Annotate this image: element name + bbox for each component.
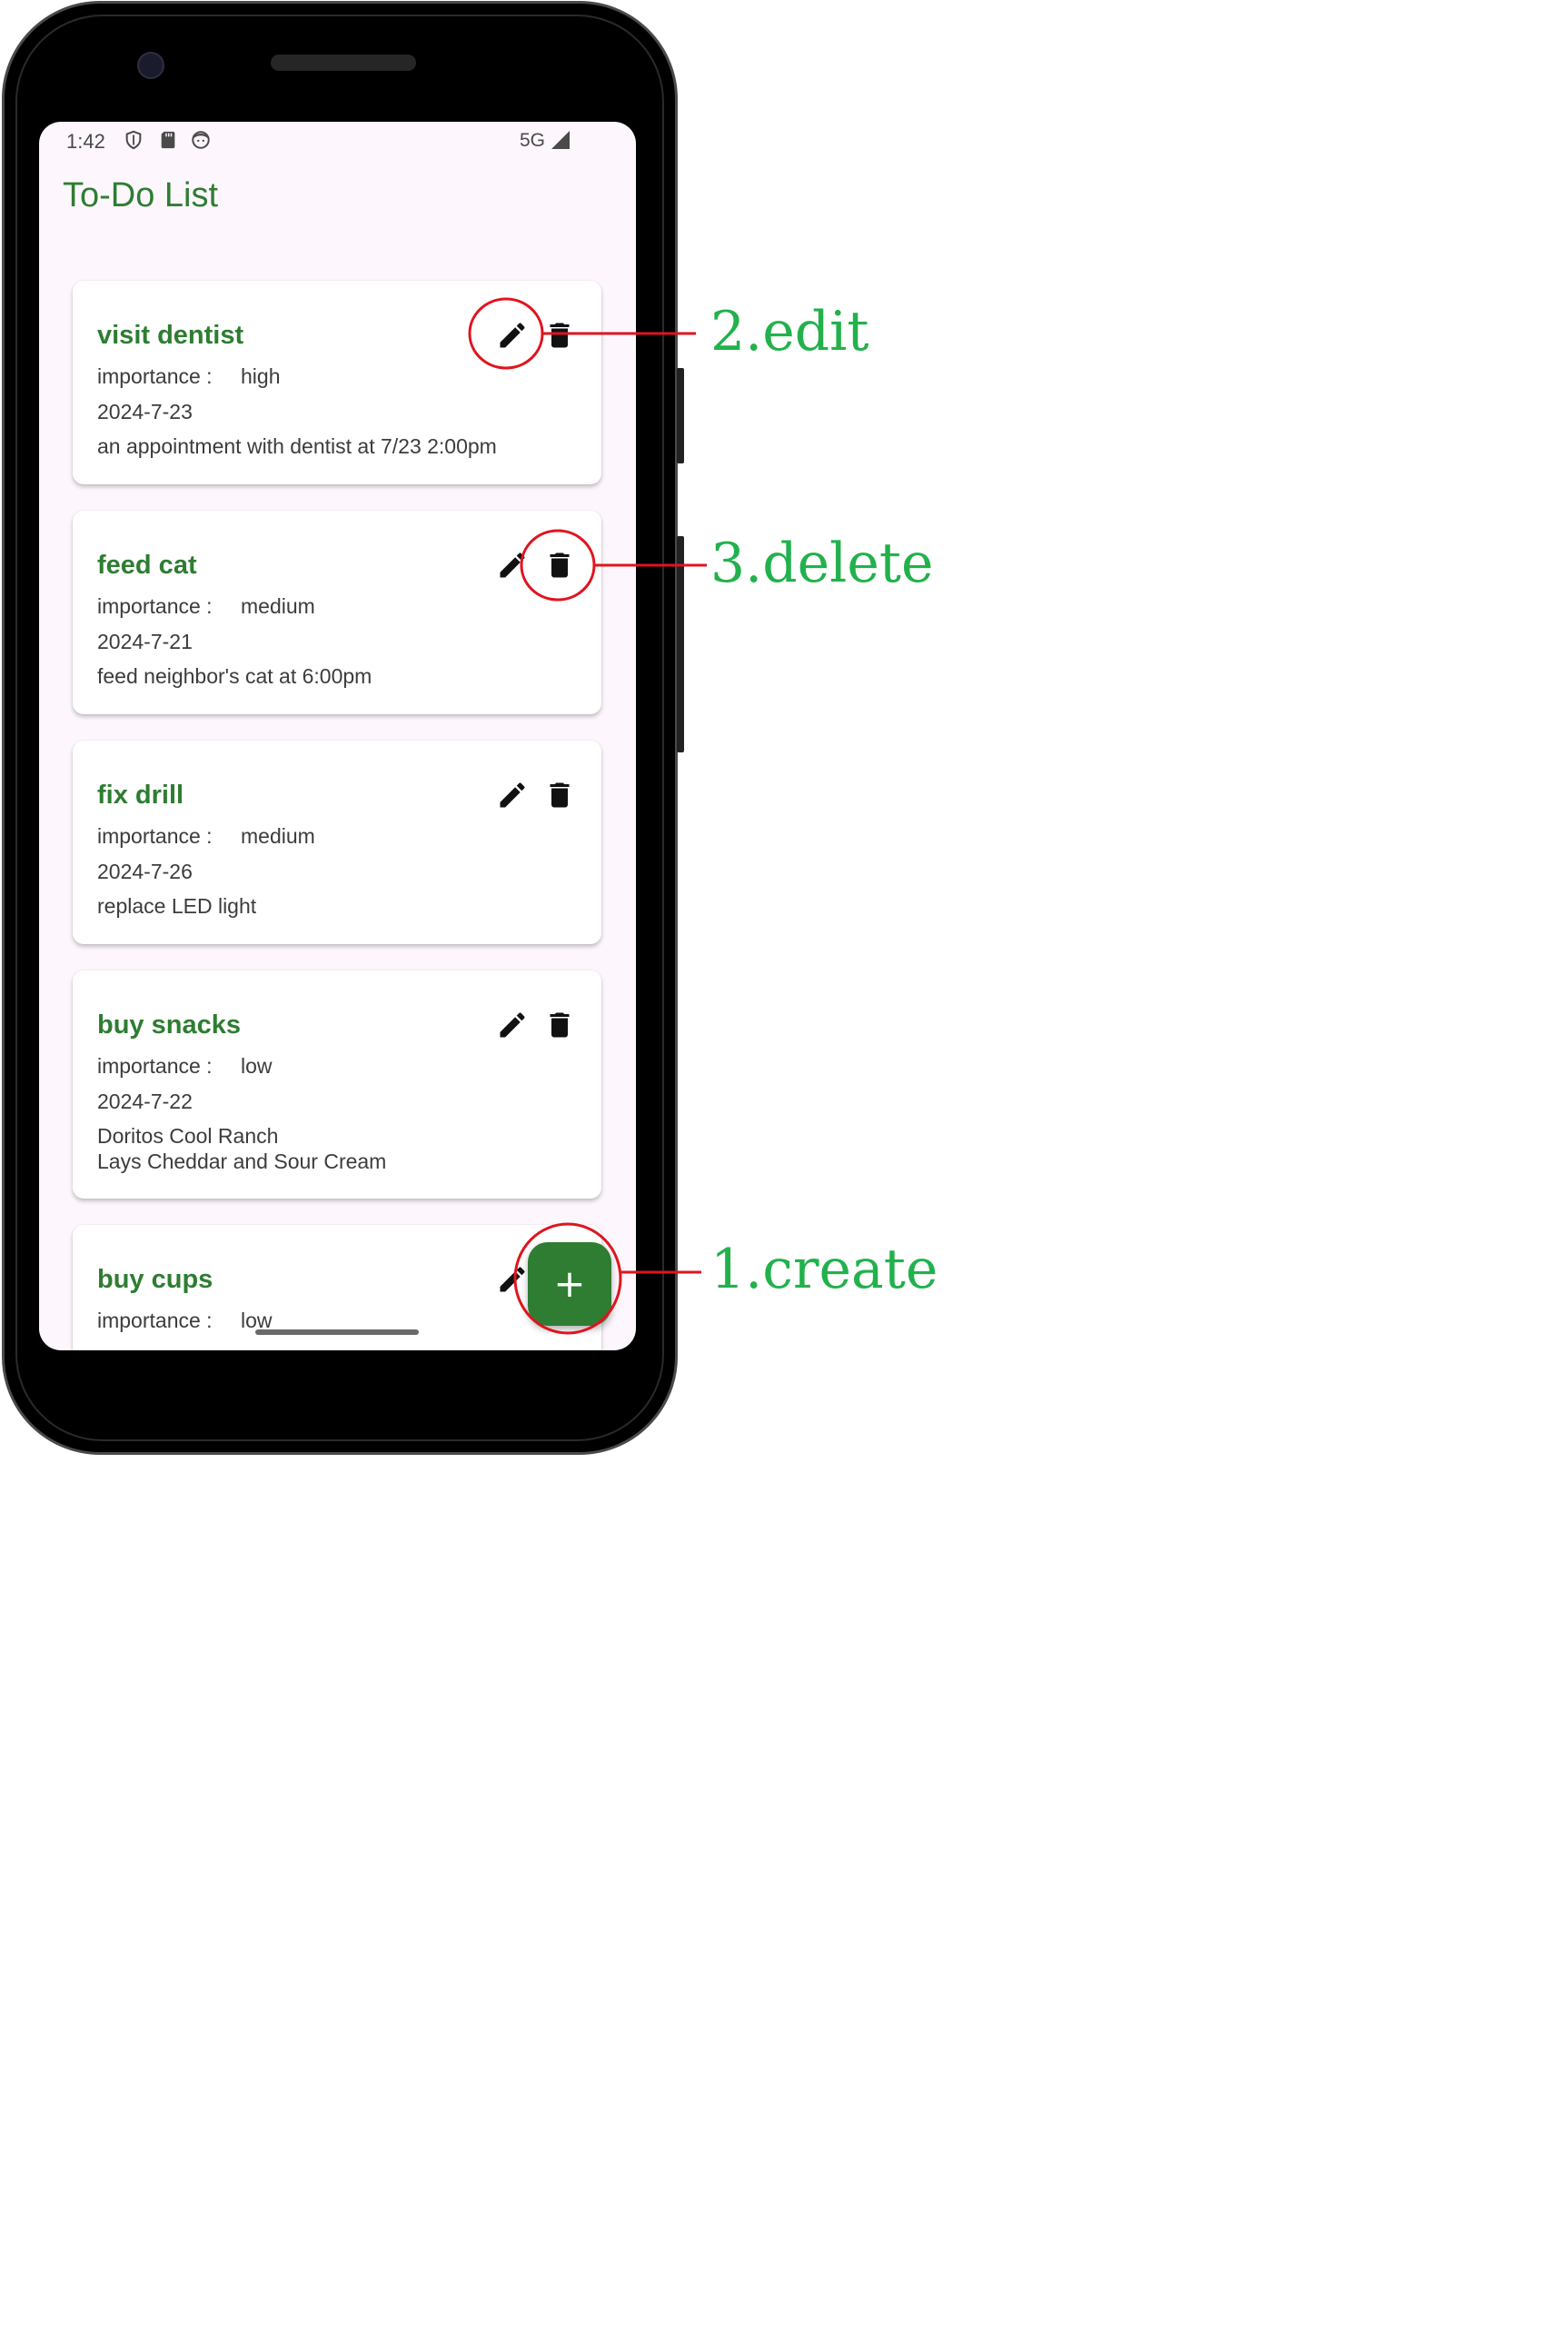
todo-title: feed cat: [97, 551, 197, 580]
face-icon: [192, 131, 210, 149]
status-time: 1:42: [66, 130, 105, 153]
todo-title: visit dentist: [97, 321, 244, 350]
page-title: To-Do List: [63, 176, 219, 214]
pencil-icon: [500, 323, 525, 348]
annotation-edit-label: 2.edit: [710, 300, 869, 363]
front-camera: [137, 52, 164, 79]
trash-icon: [550, 323, 570, 348]
edit-button[interactable]: [494, 1261, 531, 1298]
importance-value: medium: [241, 594, 315, 618]
edit-button[interactable]: [494, 777, 531, 813]
pencil-icon: [500, 1267, 525, 1292]
trash-icon: [550, 552, 570, 578]
earpiece-speaker: [271, 55, 416, 71]
importance-label: importance :: [97, 594, 213, 618]
delete-button[interactable]: [541, 317, 578, 353]
todo-description: an appointment with dentist at 7/23 2:00…: [97, 434, 497, 458]
todo-title: fix drill: [97, 781, 184, 810]
importance-value: high: [241, 364, 281, 388]
edit-button[interactable]: [494, 317, 531, 353]
importance-label: importance :: [97, 1054, 213, 1078]
todo-description: feed neighbor's cat at 6:00pm: [97, 664, 372, 688]
todo-title: buy snacks: [97, 1010, 241, 1040]
todo-date: 2024-7-22: [97, 1090, 193, 1113]
todo-description: replace LED light: [97, 894, 257, 918]
todo-description: Doritos Cool Ranch Lays Cheddar and Sour…: [97, 1124, 387, 1173]
todo-card: buy snacks importance : low 2024-7-22 Do…: [73, 970, 601, 1199]
volume-button: [677, 536, 684, 752]
delete-button[interactable]: [541, 547, 578, 583]
home-indicator[interactable]: [255, 1329, 419, 1335]
importance-label: importance :: [97, 824, 213, 848]
pencil-icon: [500, 1012, 525, 1038]
todo-card: fix drill importance : medium 2024-7-26 …: [73, 741, 601, 944]
importance-value: low: [241, 1054, 273, 1078]
edit-button[interactable]: [494, 1007, 531, 1043]
trash-icon: [550, 1012, 570, 1038]
importance-value: medium: [241, 824, 315, 848]
signal-icon: [551, 131, 570, 149]
trash-icon: [550, 782, 570, 808]
delete-button[interactable]: [541, 1007, 578, 1043]
power-button: [677, 368, 684, 463]
importance-label: importance :: [97, 1309, 213, 1332]
sd-card-icon: [161, 131, 175, 149]
todo-date: 2024-7-26: [97, 860, 193, 883]
annotation-create-label: 1.create: [710, 1238, 938, 1301]
plus-icon: +: [553, 1261, 586, 1306]
edit-button[interactable]: [494, 547, 531, 583]
importance-label: importance :: [97, 364, 213, 388]
todo-date: 2024-7-21: [97, 630, 193, 653]
pencil-icon: [500, 552, 525, 578]
delete-button[interactable]: [541, 777, 578, 813]
todo-card: feed cat importance : medium 2024-7-21 f…: [73, 511, 601, 714]
add-todo-button[interactable]: +: [528, 1242, 611, 1326]
annotation-delete-label: 3.delete: [710, 532, 934, 595]
app-screen: 1:42 5G To-Do List visit dentist importa…: [39, 122, 636, 1350]
status-bar: 1:42 5G: [39, 122, 636, 160]
todo-date: 2024-7-23: [97, 400, 193, 423]
pencil-icon: [500, 782, 525, 808]
todo-title: buy cups: [97, 1265, 213, 1294]
todo-card: visit dentist importance : high 2024-7-2…: [73, 281, 601, 484]
shield-icon: [125, 130, 142, 150]
network-type: 5G: [519, 130, 545, 151]
